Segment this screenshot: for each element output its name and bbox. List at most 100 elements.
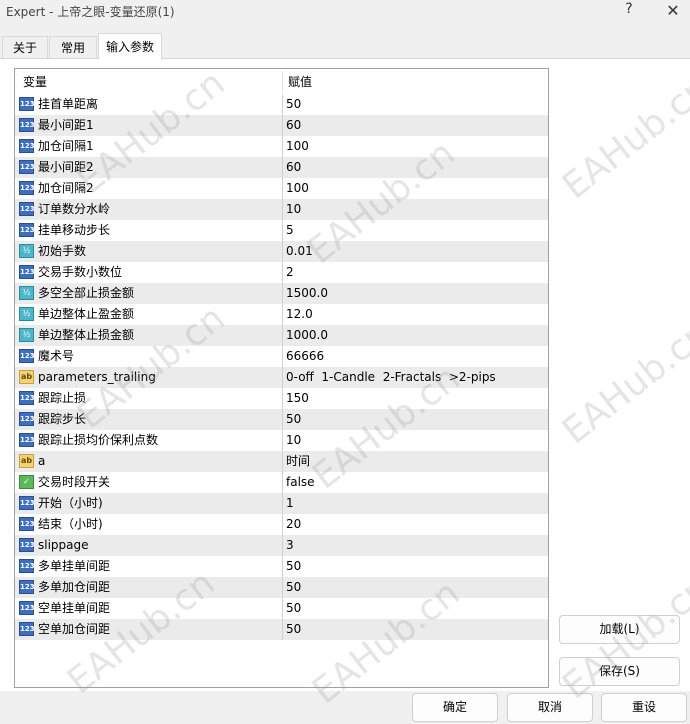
parameter-value[interactable]: 2 <box>286 262 294 283</box>
parameter-row[interactable]: 123 跟踪止损 150 <box>15 388 548 409</box>
parameter-name: 单边整体止盈金额 <box>38 307 135 321</box>
ok-button[interactable]: 确定 <box>412 693 498 722</box>
column-divider <box>282 346 283 367</box>
parameter-value[interactable]: 60 <box>286 115 301 136</box>
parameter-value[interactable]: 3 <box>286 535 294 556</box>
column-divider <box>282 430 283 451</box>
parameter-value[interactable]: 150 <box>286 388 309 409</box>
column-divider <box>282 220 283 241</box>
integer-type-icon: 123 <box>19 433 35 447</box>
parameter-row[interactable]: 123 订单数分水岭 10 <box>15 199 548 220</box>
parameter-value[interactable]: false <box>286 472 315 493</box>
parameter-row[interactable]: 123 开始（小时) 1 <box>15 493 548 514</box>
parameter-row[interactable]: 123 挂首单距离 50 <box>15 94 548 115</box>
parameter-name: 交易时段开关 <box>38 475 111 489</box>
parameter-value[interactable]: 100 <box>286 136 309 157</box>
tab-about[interactable]: 关于 <box>2 36 48 59</box>
parameter-row[interactable]: 123 交易手数小数位 2 <box>15 262 548 283</box>
window-title: Expert - 上帝之眼-变量还原(1) <box>6 5 175 19</box>
parameter-row[interactable]: 123 最小间距2 60 <box>15 157 548 178</box>
parameter-value[interactable]: 0-off 1-Candle 2-Fractals >2-pips <box>286 367 496 388</box>
integer-type-icon: 123 <box>19 118 35 132</box>
parameter-name: 挂首单距离 <box>38 97 99 111</box>
tab-bar: 关于 常用 输入参数 <box>0 33 690 60</box>
parameter-value[interactable]: 50 <box>286 619 301 640</box>
parameter-row[interactable]: ab parameters_trailing 0-off 1-Candle 2-Fr… <box>15 367 548 388</box>
parameter-value[interactable]: 50 <box>286 409 301 430</box>
parameter-value[interactable]: 50 <box>286 556 301 577</box>
parameters-grid: 变量 赋值 123 挂首单距离 50 123 最小间距1 60 123 加仓间隔1 100 123… <box>14 68 549 688</box>
column-header-value[interactable]: 赋值 <box>288 69 312 93</box>
column-divider <box>282 241 283 262</box>
parameter-value[interactable]: 66666 <box>286 346 324 367</box>
parameter-value[interactable]: 50 <box>286 94 301 115</box>
parameter-row[interactable]: 123 挂单移动步长 5 <box>15 220 548 241</box>
parameter-row[interactable]: ½ 单边整体止损金额 1000.0 <box>15 325 548 346</box>
parameter-value[interactable]: 10 <box>286 430 301 451</box>
load-button[interactable]: 加载(L) <box>559 615 680 644</box>
parameter-row[interactable]: 123 多单加仓间距 50 <box>15 577 548 598</box>
parameter-row[interactable]: ½ 单边整体止盈金额 12.0 <box>15 304 548 325</box>
integer-type-icon: 123 <box>19 139 35 153</box>
parameter-value[interactable]: 50 <box>286 598 301 619</box>
parameter-row[interactable]: 123 魔术号 66666 <box>15 346 548 367</box>
column-divider <box>282 262 283 283</box>
parameter-row[interactable]: ½ 多空全部止损金额 1500.0 <box>15 283 548 304</box>
parameter-row[interactable]: 123 加仓间隔2 100 <box>15 178 548 199</box>
close-button[interactable]: ✕ <box>661 1 685 21</box>
parameter-name: 最小间距2 <box>38 160 94 174</box>
parameter-row[interactable]: 123 加仓间隔1 100 <box>15 136 548 157</box>
parameter-value[interactable]: 1000.0 <box>286 325 328 346</box>
parameter-value[interactable]: 12.0 <box>286 304 313 325</box>
parameter-value[interactable]: 1500.0 <box>286 283 328 304</box>
grid-header: 变量 赋值 <box>15 69 548 93</box>
parameter-row[interactable]: 123 多单挂单间距 50 <box>15 556 548 577</box>
parameter-name: 跟踪止损 <box>38 391 87 405</box>
parameter-value[interactable]: 1 <box>286 493 294 514</box>
column-divider <box>282 577 283 598</box>
parameter-row[interactable]: ✓ 交易时段开关 false <box>15 472 548 493</box>
parameter-row[interactable]: 123 空单加仓间距 50 <box>15 619 548 640</box>
parameter-value[interactable]: 20 <box>286 514 301 535</box>
column-divider <box>282 157 283 178</box>
bool-type-icon: ✓ <box>19 475 34 489</box>
parameter-row[interactable]: 123 空单挂单间距 50 <box>15 598 548 619</box>
parameter-row[interactable]: 123 结束（小时) 20 <box>15 514 548 535</box>
parameter-name: 加仓间隔2 <box>38 181 94 195</box>
column-header-variable[interactable]: 变量 <box>23 69 47 93</box>
integer-type-icon: 123 <box>19 538 35 552</box>
parameter-name: parameters_trailing <box>38 370 156 384</box>
parameter-row[interactable]: 123 slippage 3 <box>15 535 548 556</box>
string-type-icon: ab <box>19 454 34 468</box>
help-button[interactable]: ? <box>618 1 640 21</box>
grid-rows: 123 挂首单距离 50 123 最小间距1 60 123 加仓间隔1 100 123 最小间距2 6… <box>15 94 548 640</box>
header-divider[interactable] <box>282 71 283 91</box>
column-divider <box>282 598 283 619</box>
tab-inputs[interactable]: 输入参数 <box>98 33 162 60</box>
parameter-row[interactable]: ½ 初始手数 0.01 <box>15 241 548 262</box>
parameter-row[interactable]: 123 跟踪步长 50 <box>15 409 548 430</box>
parameter-value[interactable]: 时间 <box>286 451 310 472</box>
parameter-value[interactable]: 0.01 <box>286 241 313 262</box>
integer-type-icon: 123 <box>19 517 35 531</box>
integer-type-icon: 123 <box>19 223 35 237</box>
parameter-row[interactable]: 123 跟踪止损均价保利点数 10 <box>15 430 548 451</box>
parameter-value[interactable]: 5 <box>286 220 294 241</box>
save-button[interactable]: 保存(S) <box>559 657 680 686</box>
parameter-row[interactable]: ab a 时间 <box>15 451 548 472</box>
tab-common[interactable]: 常用 <box>49 36 97 59</box>
parameter-name: 空单加仓间距 <box>38 622 111 636</box>
parameter-name: 订单数分水岭 <box>38 202 111 216</box>
cancel-button[interactable]: 取消 <box>507 693 593 722</box>
parameter-name: 挂单移动步长 <box>38 223 111 237</box>
column-divider <box>282 283 283 304</box>
parameter-value[interactable]: 60 <box>286 157 301 178</box>
parameter-row[interactable]: 123 最小间距1 60 <box>15 115 548 136</box>
reset-button[interactable]: 重设 <box>601 693 687 722</box>
parameter-value[interactable]: 50 <box>286 577 301 598</box>
parameter-value[interactable]: 10 <box>286 199 301 220</box>
parameter-name: 多空全部止损金额 <box>38 286 135 300</box>
parameter-name: 跟踪步长 <box>38 412 87 426</box>
column-divider <box>282 136 283 157</box>
parameter-value[interactable]: 100 <box>286 178 309 199</box>
